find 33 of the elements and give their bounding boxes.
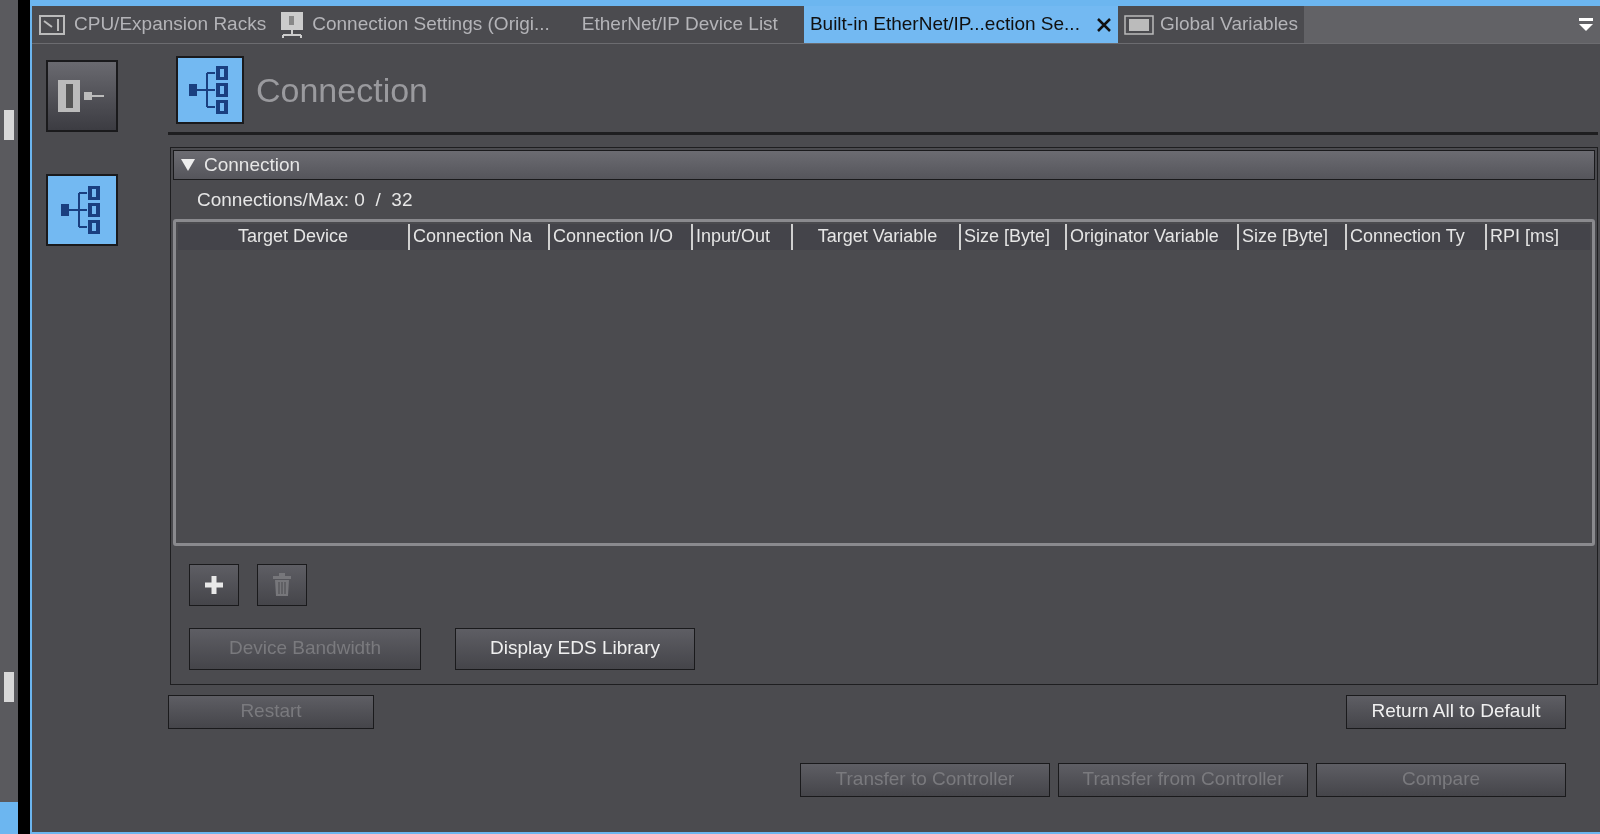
tab[interactable]: EtherNet/IP Device List: [555, 6, 804, 43]
column-header[interactable]: Originator Variable: [1065, 223, 1237, 250]
column-header[interactable]: Input/Out: [691, 223, 791, 250]
column-header[interactable]: Target Device: [178, 223, 408, 250]
connection-count: Connections/Max: 0 / 32: [197, 188, 414, 212]
action-button[interactable]: Display EDS Library: [455, 627, 695, 670]
connection-icon: [176, 56, 244, 124]
column-header[interactable]: Size [Byte]: [1237, 223, 1345, 250]
column-header[interactable]: Connection I/O: [548, 223, 691, 250]
rack-icon: [38, 12, 68, 37]
plus-icon: [204, 574, 224, 595]
column-header[interactable]: Connection Ty: [1345, 223, 1485, 250]
connection-button[interactable]: [46, 174, 118, 246]
column-header[interactable]: Connection Na: [408, 223, 548, 250]
column-header[interactable]: RPI [ms]: [1485, 223, 1577, 250]
default-button[interactable]: Return All to Default: [1346, 694, 1566, 729]
page-title: Connection: [256, 69, 428, 111]
add-button[interactable]: [189, 563, 239, 606]
tab-menu-icon[interactable]: [1578, 16, 1594, 33]
column-header[interactable]: Size [Byte]: [959, 223, 1065, 250]
module-button[interactable]: [46, 60, 118, 132]
trash-icon: [272, 572, 292, 597]
close-icon[interactable]: [1095, 16, 1112, 33]
scroll-thumb[interactable]: [4, 110, 14, 140]
collapse-icon[interactable]: [180, 158, 196, 172]
scroll-thumb[interactable]: [4, 672, 14, 702]
variable-icon: [1123, 13, 1154, 36]
column-header[interactable]: Target Variable: [791, 223, 959, 250]
tab[interactable]: Built-in EtherNet/IP...ection Se...: [803, 6, 1118, 43]
section-header[interactable]: Connection: [173, 150, 1595, 180]
tab[interactable]: Connection Settings (Origi...: [272, 6, 556, 43]
tab[interactable]: Global Variables: [1117, 6, 1304, 43]
tab[interactable]: CPU/Expansion Racks: [32, 6, 273, 43]
